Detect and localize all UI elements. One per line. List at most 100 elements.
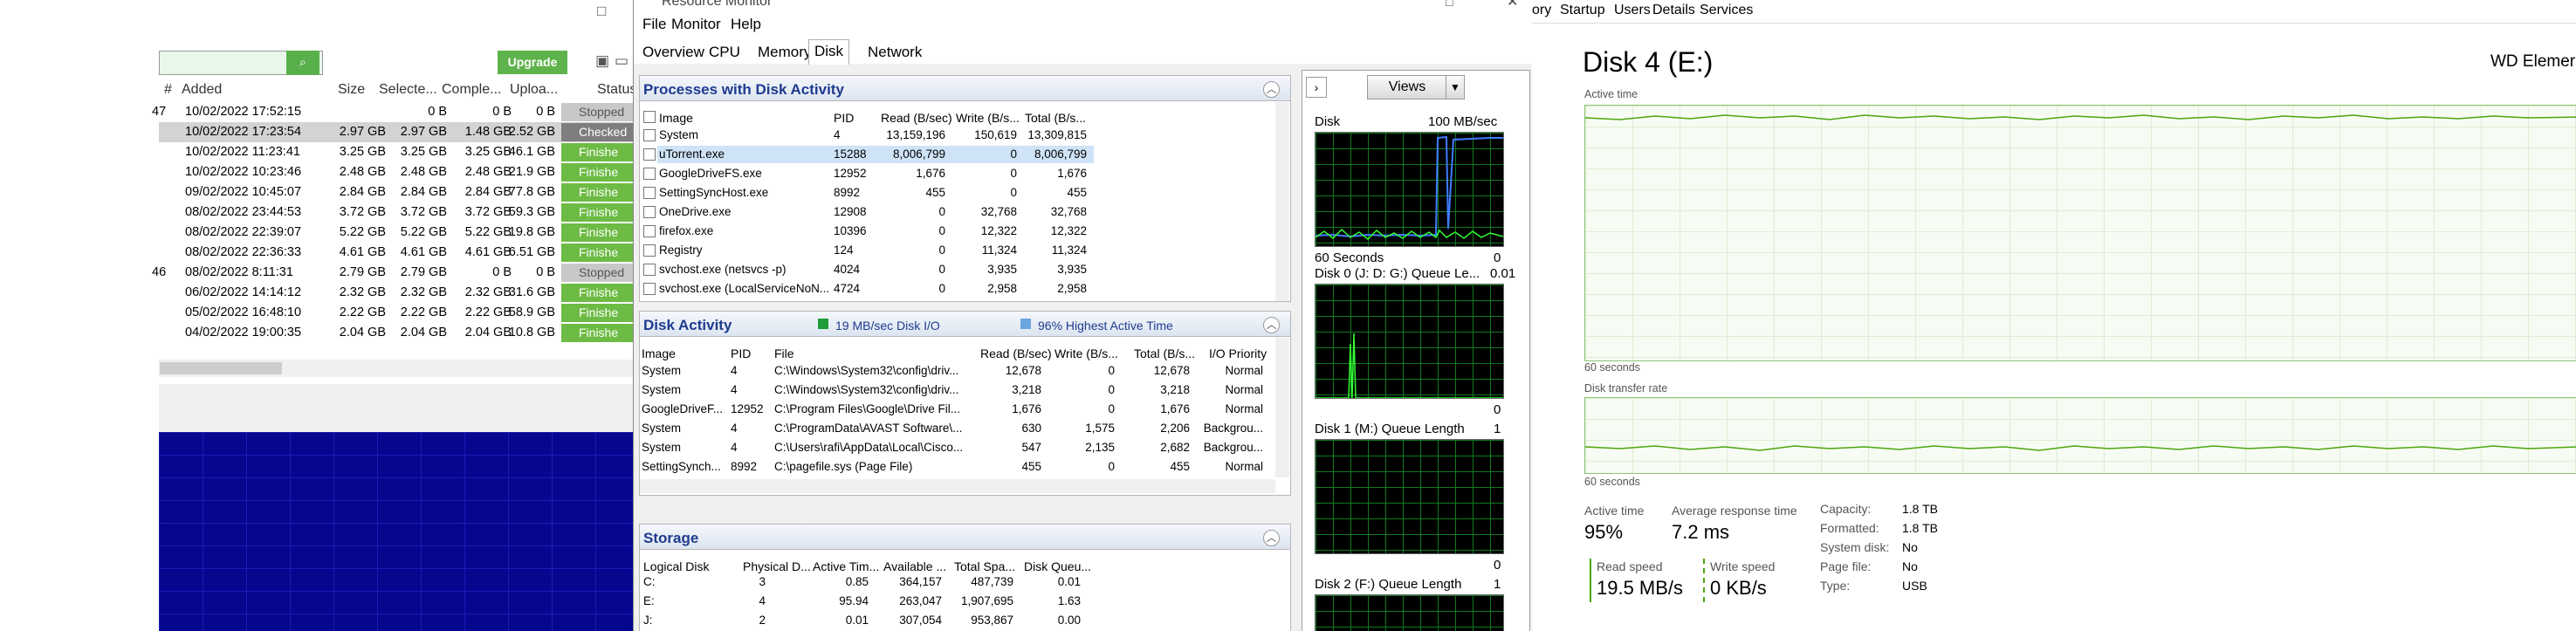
tab-disk[interactable]: Disk [808, 39, 850, 65]
process-checkbox[interactable] [643, 129, 656, 141]
process-checkbox[interactable] [643, 244, 656, 257]
tab-cpu[interactable]: CPU [704, 44, 745, 61]
column-header-index[interactable]: # [164, 82, 172, 98]
monitor-icon[interactable]: ▭ [615, 52, 629, 70]
table-row[interactable]: 05/02/2022 16:48:10 2.22 GB 2.22 GB 2.22 GB… [159, 303, 633, 323]
upgrade-button[interactable]: Upgrade [498, 51, 567, 74]
process-cell: 12952 [834, 167, 867, 180]
column-header-pid[interactable]: PID [834, 111, 854, 125]
column-header-total-space[interactable]: Total Spa... [954, 559, 1015, 573]
tab-details[interactable]: Details [1652, 3, 1695, 18]
column-header-image[interactable]: Image [642, 346, 676, 360]
collapse-icon[interactable]: ︿ [1263, 81, 1280, 98]
column-header-added[interactable]: Added [182, 82, 222, 98]
active-time-graph [1584, 105, 2576, 361]
tab-overview[interactable]: Overview [637, 44, 710, 61]
process-cell: 150,619 [974, 128, 1017, 141]
column-header-total[interactable]: Total (B/s... [1025, 111, 1086, 125]
column-header-status[interactable]: Status [597, 82, 633, 98]
row-index: 47 [152, 105, 167, 119]
column-header-pid[interactable]: PID [731, 346, 751, 360]
table-row[interactable]: 08/02/2022 23:44:53 3.72 GB 3.72 GB 3.72 GB… [159, 202, 633, 223]
column-header-active-time[interactable]: Active Tim... [813, 559, 879, 573]
restore-icon[interactable]: □ [597, 3, 606, 20]
active-time-stat-label: Active time [1584, 504, 1645, 518]
table-row[interactable]: 06/02/2022 14:14:12 2.32 GB 2.32 GB 2.32 GB… [159, 283, 633, 303]
column-header-total[interactable]: Total (B/s... [1134, 346, 1195, 360]
column-header-io-priority[interactable]: I/O Priority [1209, 346, 1267, 360]
table-row[interactable]: 09/02/2022 10:45:07 2.84 GB 2.84 GB 2.84 GB… [159, 182, 633, 202]
collapse-icon[interactable]: ︿ [1263, 317, 1280, 333]
disk1-queue-scale: 1 [1494, 422, 1501, 436]
process-cell: SettingSyncHost.exe [659, 186, 769, 199]
cell-uploaded: 77.8 GB [508, 185, 555, 199]
table-row[interactable]: 10/02/2022 17:23:54 2.97 GB 2.97 GB 1.48 GB… [159, 122, 633, 157]
page-title: Disk 4 (E:) [1583, 46, 1714, 78]
disk-activity-section: Disk Activity 19 MB/sec Disk I/O 96% Hig… [639, 311, 1291, 496]
chat-icon[interactable]: ▣ [595, 52, 609, 70]
speed-graph [159, 432, 633, 631]
search-icon[interactable]: ⌕ [286, 51, 319, 75]
tab-network[interactable]: Network [862, 44, 927, 61]
process-checkbox[interactable] [643, 283, 656, 295]
table-row[interactable]: 46 08/02/2022 8:11:31 2.79 GB 2.79 GB 0 B0 B… [152, 263, 633, 298]
status-badge: Finishe [561, 163, 633, 182]
tab-users[interactable]: Users [1614, 3, 1651, 18]
tab-services[interactable]: Services [1700, 3, 1753, 18]
column-header-size[interactable]: Size [338, 82, 365, 98]
table-row[interactable]: 4710/02/2022 17:52:150 B0 B0 BStopped 0 [152, 102, 633, 137]
restore-icon[interactable]: □ [1446, 0, 1453, 9]
disk-activity-cell: C:\Users\rafi\AppData\Local\Cisco... [774, 441, 964, 454]
storage-cell: 953,867 [971, 614, 1013, 627]
views-dropdown-icon[interactable]: ▼ [1446, 75, 1465, 99]
column-header-selected[interactable]: Selecte... [379, 82, 437, 98]
cell-added: 09/02/2022 10:45:07 [185, 185, 302, 199]
column-header-physical-disk[interactable]: Physical D... [743, 559, 811, 573]
column-header-logical-disk[interactable]: Logical Disk [643, 559, 709, 573]
table-row[interactable]: 04/02/2022 19:00:35 2.04 GB 2.04 GB 2.04 GB… [159, 323, 633, 343]
column-header-write[interactable]: Write (B/s... [956, 111, 1020, 125]
menu-monitor[interactable]: Monitor [671, 16, 721, 33]
cell-uploaded: 46.1 GB [508, 145, 555, 159]
menu-help[interactable]: Help [731, 16, 761, 33]
horizontal-scrollbar[interactable] [640, 479, 1275, 493]
process-checkbox[interactable] [643, 148, 656, 161]
process-checkbox[interactable] [643, 187, 656, 199]
vertical-scrollbar[interactable] [1275, 102, 1289, 301]
status-badge: Checked 4 [561, 123, 633, 157]
column-header-uploaded[interactable]: Uploa... [510, 82, 558, 98]
table-row[interactable]: 10/02/2022 10:23:46 2.48 GB 2.48 GB 2.48 GB… [159, 162, 633, 182]
process-checkbox[interactable] [643, 225, 656, 237]
collapse-icon[interactable]: ︿ [1263, 530, 1280, 546]
process-checkbox[interactable] [643, 168, 656, 180]
column-header-available[interactable]: Available ... [883, 559, 946, 573]
cell-uploaded: 6.51 GB [508, 245, 555, 259]
storage-header[interactable]: Storage ︿ [640, 525, 1290, 550]
process-checkbox[interactable] [643, 206, 656, 218]
table-row[interactable]: 10/02/2022 11:23:41 3.25 GB 3.25 GB 3.25 GB… [159, 142, 633, 162]
process-cell: 0 [1010, 186, 1017, 199]
tab-app-history[interactable]: ory [1532, 3, 1551, 18]
close-icon[interactable]: ✕ [1507, 0, 1518, 10]
disk-activity-header[interactable]: Disk Activity 19 MB/sec Disk I/O 96% Hig… [640, 312, 1290, 337]
collapse-graphs-button[interactable]: › [1306, 77, 1327, 98]
table-row[interactable]: 08/02/2022 22:36:33 4.61 GB 4.61 GB 4.61 GB… [159, 243, 633, 263]
processes-header[interactable]: Processes with Disk Activity ︿ [640, 76, 1290, 101]
transfer-rate-graph [1584, 397, 2576, 474]
column-header-read[interactable]: Read (B/sec) [980, 346, 1052, 360]
tab-memory[interactable]: Memory [752, 44, 816, 61]
table-row[interactable]: 08/02/2022 22:39:07 5.22 GB 5.22 GB 5.22 GB… [159, 223, 633, 243]
column-header-image[interactable]: Image [659, 111, 693, 125]
process-checkbox[interactable] [643, 264, 656, 276]
column-header-file[interactable]: File [774, 346, 794, 360]
column-header-disk-queue[interactable]: Disk Queu... [1024, 559, 1091, 573]
column-header-completed[interactable]: Comple... [442, 82, 501, 98]
menu-file[interactable]: File [642, 16, 666, 33]
select-all-checkbox[interactable] [643, 111, 656, 123]
vertical-scrollbar[interactable] [1275, 338, 1289, 477]
column-header-read[interactable]: Read (B/sec) [881, 111, 952, 125]
scrollbar-thumb[interactable] [160, 362, 282, 374]
column-header-write[interactable]: Write (B/s... [1054, 346, 1118, 360]
views-button[interactable]: Views [1367, 75, 1447, 99]
tab-startup[interactable]: Startup [1560, 3, 1605, 18]
